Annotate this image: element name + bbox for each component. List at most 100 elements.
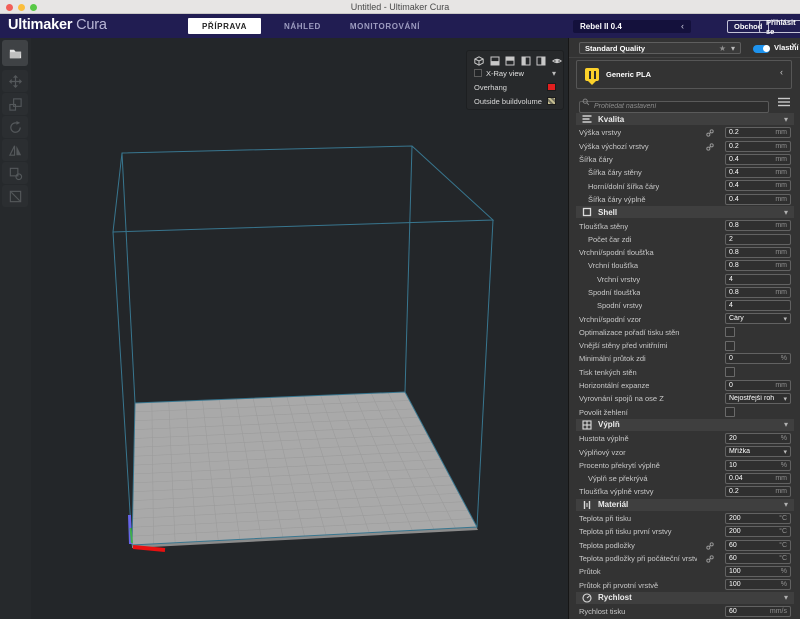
setting-checkbox[interactable] [725,327,735,337]
material-selector[interactable]: Generic PLA ‹ [576,60,792,89]
value-box: 0.04mm [725,473,791,484]
setting-unit: mm [775,475,787,482]
profile-dropdown[interactable]: Standard Quality ★ ▾ [579,42,741,54]
setting-label: Teplota při tisku první vrstvy [579,527,672,536]
setting-row: Teplota při tisku první vrstvy 200°C [569,525,800,538]
setting-label: Teplota při tisku [579,514,631,523]
setting-value-field[interactable]: 0.2mm [725,127,791,138]
setting-value-field[interactable]: 100% [725,566,791,577]
setting-value-field[interactable]: 10% [725,460,791,471]
setting-select[interactable]: Nejostřejší roh▾ [725,393,791,404]
setting-select[interactable]: Mřížka▾ [725,446,791,457]
setting-value-field[interactable]: 60mm/s [725,606,791,617]
printer-selector[interactable]: Rebel II 0.4 ‹ [573,20,691,33]
front-view-icon[interactable] [490,56,500,66]
setting-value-field[interactable]: 0.4mm [725,194,791,205]
tab-prepare[interactable]: PŘÍPRAVA [188,18,261,34]
sign-in-button[interactable]: Přihlásit se [759,20,800,33]
setting-value-field[interactable]: 0.4mm [725,180,791,191]
setting-label: Vrchní/spodní vzor [579,315,641,324]
value-box: Nejostřejší roh▾ [725,393,791,404]
setting-value-field[interactable]: 100% [725,579,791,590]
setting-label: Výška vrstvy [579,128,621,137]
setting-value: 200 [729,515,779,522]
setting-value-field[interactable]: 0% [725,353,791,364]
tab-preview[interactable]: NÁHLED [278,19,327,34]
setting-unit: mm [775,249,787,256]
setting-value-field[interactable]: 0.04mm [725,473,791,484]
setting-value-field[interactable]: 2 [725,234,791,245]
section-header-vypln[interactable]: Výplň▾ [569,419,800,432]
setting-row: Spodní tloušťka0.8mm [569,286,800,299]
right-view-icon[interactable] [536,56,546,66]
custom-mode-toggle[interactable] [753,45,770,53]
view-mode-dropdown[interactable]: X-Ray view ▾ [474,66,556,80]
setting-value-field[interactable]: 0.8mm [725,260,791,271]
setting-value-field[interactable]: 4 [725,274,791,285]
value-box: 4 [725,274,791,285]
viewport-3d[interactable]: X-Ray view ▾ OverhangOutside buildvolume [0,38,568,619]
setting-value: 0.2 [729,143,775,150]
setting-value-field[interactable]: 4 [725,300,791,311]
view-mode-label: X-Ray view [486,69,548,78]
setting-checkbox[interactable] [725,407,735,417]
value-box: 10% [725,460,791,471]
setting-value: 0.4 [729,196,775,203]
setting-value: 0 [729,382,775,389]
setting-label: Výplňový vzor [579,448,626,457]
chevron-down-icon: ▾ [552,69,556,78]
setting-value-field[interactable]: 0.2mm [725,486,791,497]
setting-value-field[interactable]: 0.2mm [725,141,791,152]
setting-checkbox[interactable] [725,341,735,351]
value-box: 60°C [725,540,791,551]
view-options-panel: X-Ray view ▾ OverhangOutside buildvolume [466,50,564,110]
setting-value: 0.8 [729,249,775,256]
setting-value-field[interactable]: 0mm [725,380,791,391]
close-panel-icon[interactable]: × [791,41,797,52]
setting-label: Vrchní/spodní tloušťka [579,248,654,257]
value-box: 0.2mm [725,486,791,497]
setting-value-field[interactable]: 60°C [725,540,791,551]
section-header-material[interactable]: Materiál▾ [569,499,800,512]
top-view-icon[interactable] [505,56,515,66]
legend-row: Overhang [474,80,556,94]
printer-name: Rebel II 0.4 [580,22,681,31]
app-logo: Ultimaker Cura [8,17,107,33]
search-icon [582,98,590,106]
section-header-bar: Rychlost▾ [576,592,794,604]
setting-visibility-menu-icon[interactable] [778,97,790,107]
setting-value-field[interactable]: 0.8mm [725,247,791,258]
settings-list: Kvalita▾Výška vrstvy0.2mmVýška výchozí v… [569,113,800,619]
search-input[interactable] [579,101,769,113]
setting-row: Šířka čáry0.4mm [569,153,800,166]
setting-value-field[interactable]: 0.4mm [725,154,791,165]
tab-monitor[interactable]: MONITOROVÁNÍ [344,19,426,34]
setting-value-field[interactable]: 20% [725,433,791,444]
setting-row: Hustota výplně20% [569,432,800,445]
setting-row: Šířka čáry stěny0.4mm [569,166,800,179]
setting-unit: mm [775,262,787,269]
section-header-rychlost[interactable]: Rychlost▾ [569,592,800,605]
setting-value-field[interactable]: 200°C [725,513,791,524]
setting-value: 4 [729,302,787,309]
left-view-icon[interactable] [521,56,531,66]
cura-window: Untitled - Ultimaker Cura Ultimaker Cura… [0,0,800,619]
setting-row: Výplňový vzor Mřížka▾ [569,445,800,458]
section-header-kvalita[interactable]: Kvalita▾ [569,113,800,126]
camera-icon[interactable] [552,56,562,66]
setting-value-field[interactable]: 0.8mm [725,220,791,231]
setting-value-field[interactable]: 0.8mm [725,287,791,298]
setting-checkbox[interactable] [725,367,735,377]
setting-label: Spodní vrstvy [597,301,642,310]
setting-value-field[interactable]: 0.4mm [725,167,791,178]
3d-view-icon[interactable] [474,56,484,66]
setting-value-field[interactable]: 60°C [725,553,791,564]
setting-select[interactable]: Čáry▾ [725,313,791,324]
setting-value-field[interactable]: 200°C [725,526,791,537]
material-icon [582,500,592,510]
section-header-shell[interactable]: Shell▾ [569,206,800,219]
setting-unit: mm [775,169,787,176]
value-box: 20% [725,433,791,444]
x-axis [133,547,165,550]
panel-divider [569,57,800,58]
